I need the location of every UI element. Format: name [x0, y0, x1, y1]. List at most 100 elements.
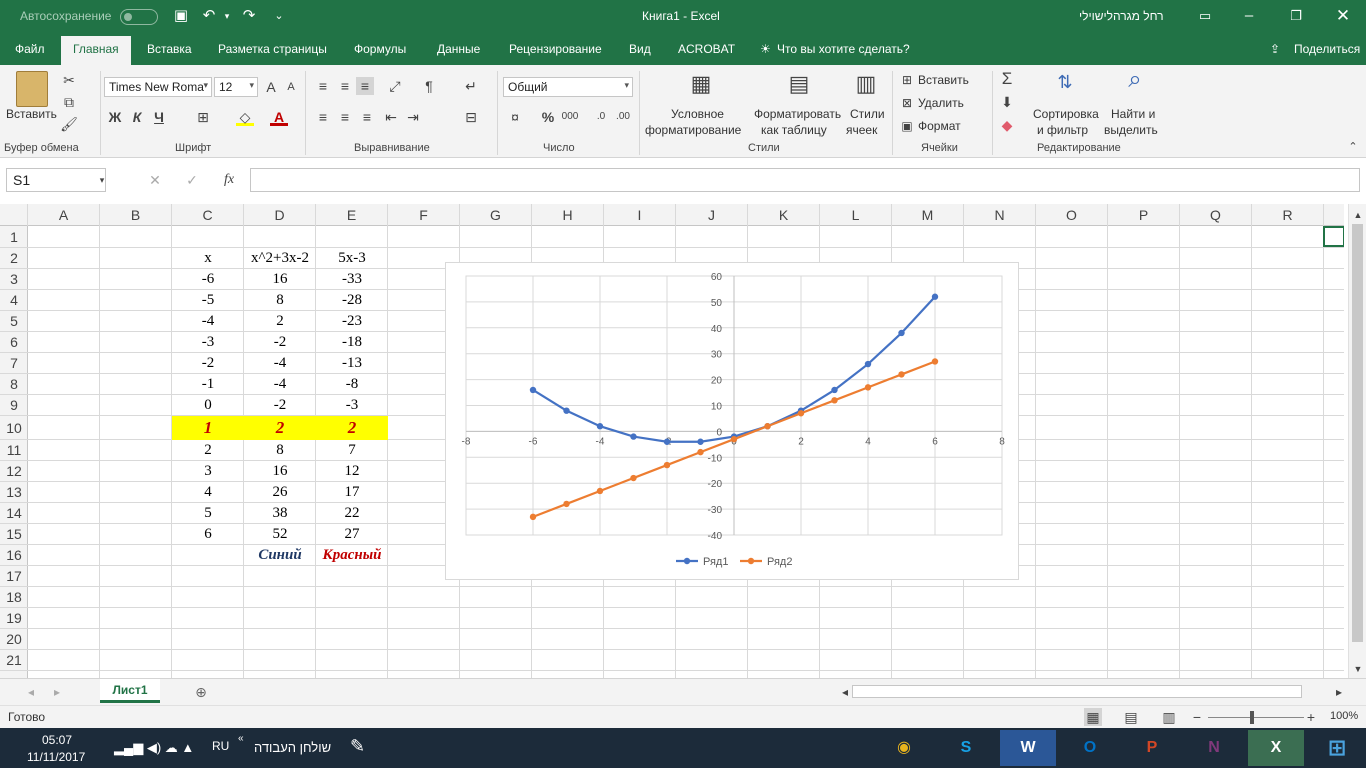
table-header[interactable]: x	[172, 248, 244, 269]
vertical-scrollbar[interactable]: ▲ ▼	[1348, 204, 1366, 678]
table-cell[interactable]: -33	[316, 269, 388, 290]
select-all-corner[interactable]	[0, 204, 28, 226]
italic-button[interactable]: К	[128, 108, 146, 126]
column-header-m[interactable]: M	[892, 204, 964, 226]
delete-cells-icon[interactable]: ⊠	[898, 94, 916, 112]
desktop-toolbar-arrow-icon[interactable]: «	[238, 733, 244, 744]
word-icon[interactable]: W	[1000, 730, 1056, 766]
row-header-6[interactable]: 6	[0, 332, 28, 353]
table-cell[interactable]: 2	[172, 440, 244, 461]
table-cell[interactable]: 22	[316, 503, 388, 524]
name-box[interactable]: S1	[6, 168, 106, 192]
clock-time[interactable]: 05:07	[42, 733, 72, 747]
table-cell[interactable]: 17	[316, 482, 388, 503]
selected-cell[interactable]	[1323, 226, 1344, 247]
cell-styles-label-2[interactable]: ячеек	[846, 123, 877, 137]
decrease-font-icon[interactable]: A	[282, 78, 300, 96]
align-top-icon[interactable]: ≡	[314, 77, 332, 95]
table-cell[interactable]: -2	[244, 395, 316, 416]
clock-date[interactable]: 11/11/2017	[27, 750, 85, 764]
rtl-icon[interactable]: ¶	[420, 77, 438, 95]
cond-format-label-1[interactable]: Условное	[671, 107, 724, 121]
column-header-k[interactable]: K	[748, 204, 820, 226]
desktop-shortcut-icon[interactable]: ✎	[350, 736, 365, 757]
row-header-2[interactable]: 2	[0, 248, 28, 269]
column-header-b[interactable]: B	[100, 204, 172, 226]
sort-label-2[interactable]: и фильтр	[1037, 123, 1088, 137]
prev-sheet-icon[interactable]: ◂	[22, 683, 40, 701]
column-header-g[interactable]: G	[460, 204, 532, 226]
tab-review[interactable]: Рецензирование	[509, 42, 602, 56]
table-cell[interactable]: 8	[244, 290, 316, 311]
paste-icon[interactable]	[16, 71, 48, 107]
row-header-20[interactable]: 20	[0, 629, 28, 650]
format-cells-button[interactable]: Формат	[918, 119, 961, 133]
table-cell[interactable]: 2	[244, 311, 316, 332]
add-sheet-icon[interactable]: ⊕	[192, 683, 210, 701]
cell-styles-label-1[interactable]: Стили	[850, 107, 885, 121]
fill-icon[interactable]: ⬇	[998, 93, 1016, 111]
table-cell[interactable]: 26	[244, 482, 316, 503]
enter-icon[interactable]: ✓	[183, 171, 201, 189]
table-cell[interactable]: -3	[172, 332, 244, 353]
windows-start-icon[interactable]: ⊞	[1312, 730, 1362, 766]
table-cell[interactable]: -2	[172, 353, 244, 374]
format-table-label-2[interactable]: как таблицу	[761, 123, 827, 137]
page-break-icon[interactable]: ▥	[1160, 708, 1178, 726]
column-header-e[interactable]: E	[316, 204, 388, 226]
row-header-12[interactable]: 12	[0, 461, 28, 482]
zoom-out-icon[interactable]: −	[1188, 708, 1206, 726]
table-cell[interactable]: -4	[172, 311, 244, 332]
cut-icon[interactable]: ✂	[60, 71, 78, 89]
copy-icon[interactable]: ⧉	[60, 93, 78, 111]
row-header-16[interactable]: 16	[0, 545, 28, 566]
restore-icon[interactable]: ❐	[1287, 7, 1305, 25]
cond-format-label-2[interactable]: форматирование	[645, 123, 741, 137]
table-cell[interactable]: 12	[316, 461, 388, 482]
table-cell[interactable]: 4	[172, 482, 244, 503]
underline-button[interactable]: Ч	[150, 108, 168, 126]
sort-label-1[interactable]: Сортировка	[1033, 107, 1099, 121]
table-cell[interactable]: -8	[316, 374, 388, 395]
table-cell[interactable]: -5	[172, 290, 244, 311]
scroll-up-icon[interactable]: ▲	[1349, 206, 1366, 224]
table-cell[interactable]: -6	[172, 269, 244, 290]
onenote-icon[interactable]: N	[1186, 730, 1242, 766]
column-header-p[interactable]: P	[1108, 204, 1180, 226]
percent-icon[interactable]: %	[539, 108, 557, 126]
column-header-h[interactable]: H	[532, 204, 604, 226]
table-cell[interactable]: -28	[316, 290, 388, 311]
table-cell[interactable]: -3	[316, 395, 388, 416]
autosum-icon[interactable]: Σ	[998, 70, 1016, 88]
zoom-slider-handle[interactable]	[1250, 711, 1254, 724]
zoom-level[interactable]: 100%	[1330, 710, 1358, 722]
row-header-18[interactable]: 18	[0, 587, 28, 608]
table-cell[interactable]: 3	[172, 461, 244, 482]
label-red[interactable]: Красный	[316, 545, 388, 566]
tab-home[interactable]: Главная	[61, 36, 131, 65]
table-cell[interactable]: 6	[172, 524, 244, 545]
scroll-down-icon[interactable]: ▼	[1349, 660, 1366, 678]
tab-data[interactable]: Данные	[437, 42, 480, 56]
column-header-r[interactable]: R	[1252, 204, 1324, 226]
column-header-n[interactable]: N	[964, 204, 1036, 226]
table-cell[interactable]: -4	[244, 374, 316, 395]
page-layout-icon[interactable]: ▤	[1122, 708, 1140, 726]
align-right-icon[interactable]: ≡	[358, 108, 376, 126]
row-header-15[interactable]: 15	[0, 524, 28, 545]
zoom-slider[interactable]	[1208, 717, 1304, 718]
ribbon-display-icon[interactable]: ▭	[1196, 7, 1214, 25]
font-size-select[interactable]: 12	[214, 77, 258, 97]
borders-icon[interactable]: ⊞	[194, 108, 212, 126]
increase-indent-icon[interactable]: ⇥	[404, 108, 422, 126]
row-header-9[interactable]: 9	[0, 395, 28, 416]
table-cell[interactable]: -1	[172, 374, 244, 395]
table-cell[interactable]: -18	[316, 332, 388, 353]
currency-icon[interactable]: ¤	[506, 108, 524, 126]
tab-insert[interactable]: Вставка	[147, 42, 192, 56]
autosave-toggle[interactable]	[120, 9, 158, 25]
align-middle-icon[interactable]: ≡	[336, 77, 354, 95]
chart[interactable]: -8-6-4-2024686050403020100-10-20-30-40Ря…	[445, 262, 1019, 580]
increase-decimal-icon[interactable]: .0	[592, 108, 610, 126]
desktop-toolbar-label[interactable]: שולחן העבודה	[254, 740, 331, 755]
